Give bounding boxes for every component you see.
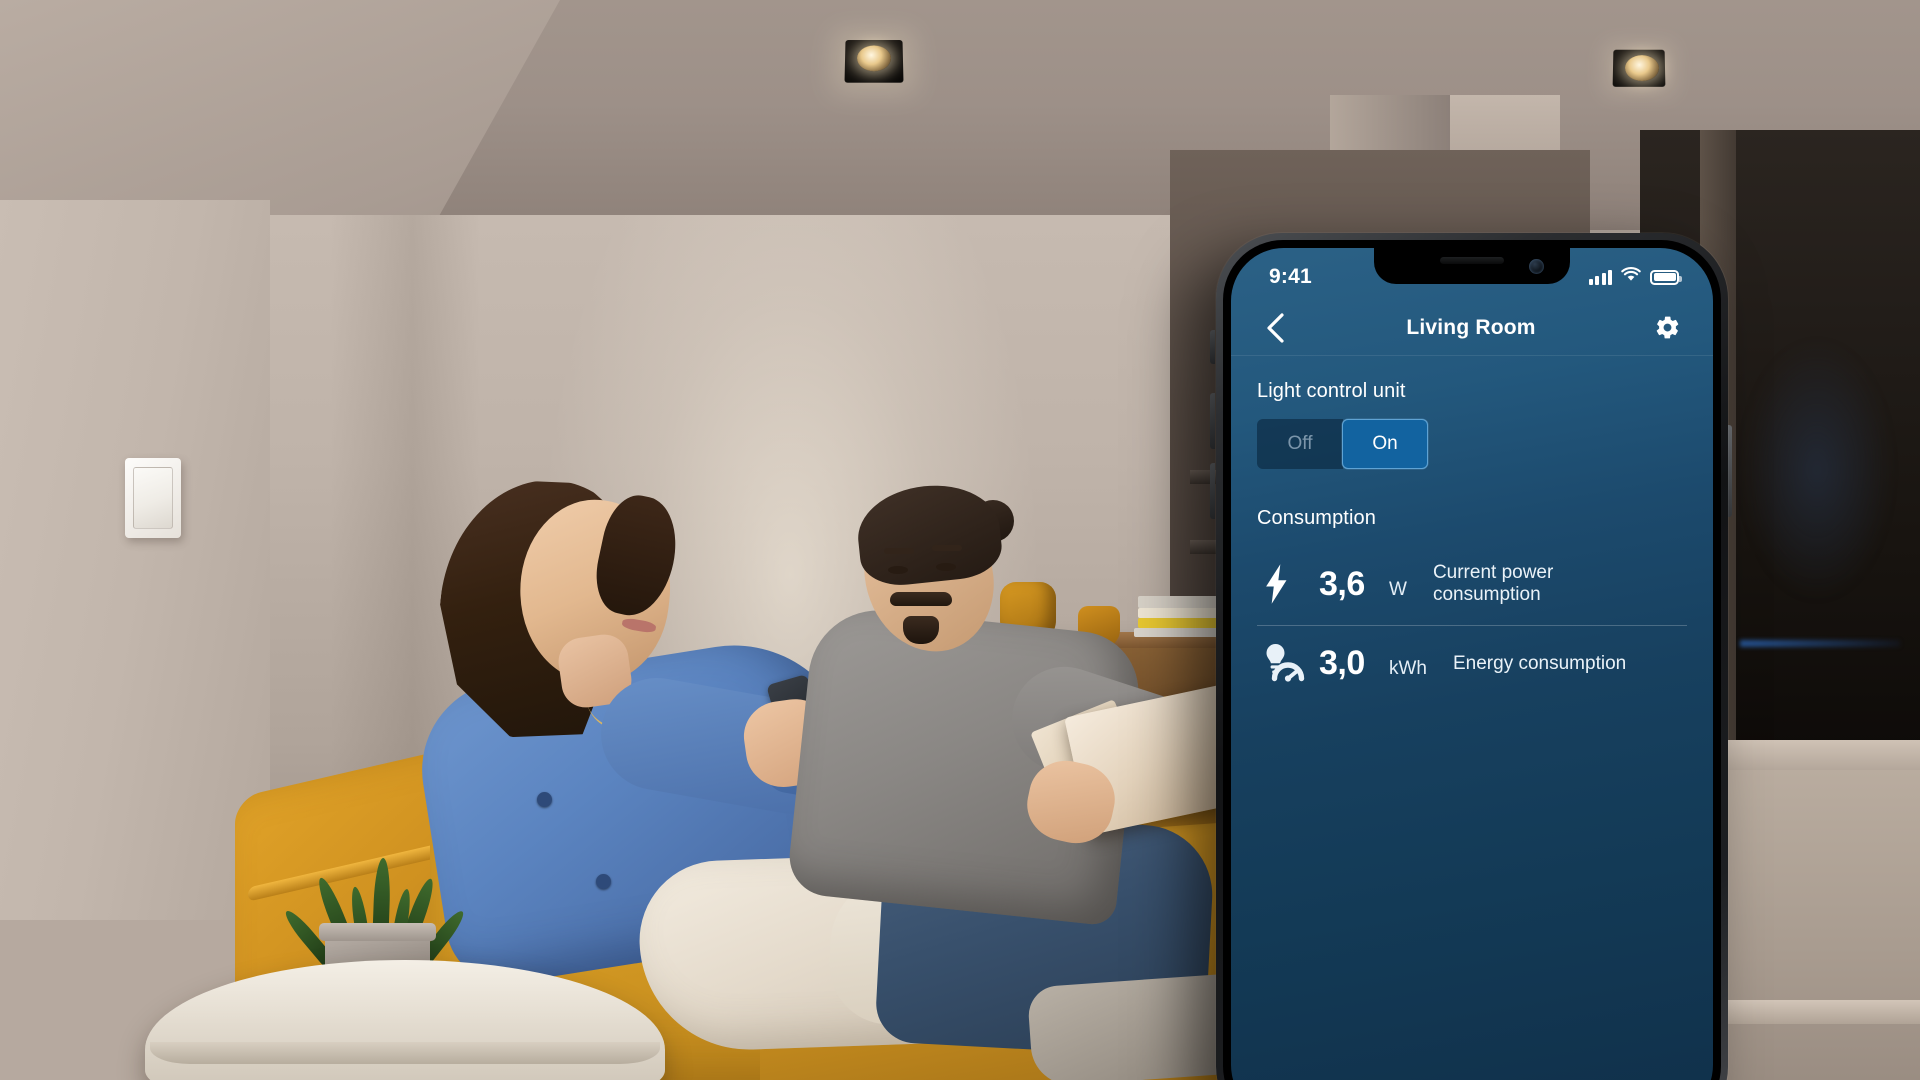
man-eyebrow xyxy=(884,548,914,554)
man-mustache xyxy=(890,592,952,606)
energy-label: Energy consumption xyxy=(1453,652,1627,674)
light-power-segmented-control[interactable]: Off On xyxy=(1257,419,1687,469)
chevron-left-icon xyxy=(1267,312,1284,343)
light-off-button[interactable]: Off xyxy=(1257,419,1343,469)
metric-value-group: 3,0 kWh xyxy=(1319,644,1427,683)
settings-button[interactable] xyxy=(1647,308,1687,348)
phone-screen: 9:41 Living Room Light control unit Off … xyxy=(1231,248,1713,1080)
cellular-signal-icon xyxy=(1588,269,1612,285)
earpiece-speaker xyxy=(1440,257,1504,264)
current-power-label: Current power consumption xyxy=(1432,562,1554,606)
pot-rim xyxy=(319,923,436,941)
bulb-gauge-icon xyxy=(1261,642,1319,686)
metric-row-current-power: 3,6 W Current power consumption xyxy=(1257,546,1687,625)
cardigan-button xyxy=(537,792,552,807)
metric-row-energy: 3,0 kWh Energy consumption xyxy=(1257,624,1687,704)
screen-content: Light control unit Off On Consumption 3,… xyxy=(1231,356,1713,1080)
switch-rocker xyxy=(133,467,173,529)
light-control-title: Light control unit xyxy=(1257,380,1406,402)
battery-full-icon xyxy=(1650,269,1682,285)
window-reflection xyxy=(1742,340,1892,600)
consumption-title: Consumption xyxy=(1257,507,1376,529)
volume-up-button[interactable] xyxy=(1210,393,1215,449)
ceiling-spotlight-icon xyxy=(1612,49,1666,87)
front-camera-icon xyxy=(1529,259,1544,274)
status-time: 9:41 xyxy=(1269,265,1312,288)
left-wall xyxy=(0,200,270,920)
energy-unit: kWh xyxy=(1389,658,1427,680)
energy-value: 3,0 xyxy=(1319,644,1365,683)
man-eye xyxy=(936,563,956,571)
coffee-table-edge xyxy=(150,1042,660,1064)
light-on-button[interactable]: On xyxy=(1342,419,1428,469)
man-eyebrow xyxy=(932,545,962,551)
man-eye xyxy=(888,566,908,574)
lightning-bolt-icon xyxy=(1261,563,1319,605)
ceiling-spotlight-icon xyxy=(844,40,904,83)
current-power-value: 3,6 xyxy=(1319,564,1365,603)
status-icons xyxy=(1588,267,1682,287)
cardigan-button xyxy=(596,874,611,889)
volume-down-button[interactable] xyxy=(1210,463,1215,519)
page-title: Living Room xyxy=(1406,315,1536,339)
back-button[interactable] xyxy=(1255,308,1295,348)
navigation-bar: Living Room xyxy=(1231,300,1713,356)
window-light-strip xyxy=(1740,640,1900,647)
screenshot-scene: 9:41 Living Room Light control unit Off … xyxy=(0,0,1920,1080)
wifi-icon xyxy=(1621,267,1641,287)
wall-light-switch xyxy=(125,458,181,538)
phone-notch xyxy=(1374,248,1570,284)
gear-icon xyxy=(1656,316,1678,339)
smartphone-device: 9:41 Living Room Light control unit Off … xyxy=(1216,233,1728,1080)
metric-value-group: 3,6 W xyxy=(1319,565,1407,604)
man-goatee xyxy=(903,616,939,644)
current-power-unit: W xyxy=(1389,578,1407,600)
phone-bezel: 9:41 Living Room Light control unit Off … xyxy=(1223,240,1721,1080)
silent-switch[interactable] xyxy=(1210,330,1215,364)
